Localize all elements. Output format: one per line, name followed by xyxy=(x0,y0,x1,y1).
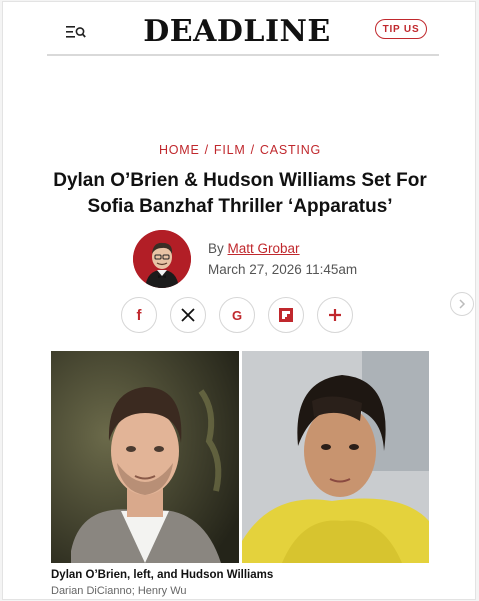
breadcrumb-film[interactable]: FILM xyxy=(214,143,246,157)
author-avatar[interactable] xyxy=(133,230,191,288)
flipboard-share-button[interactable] xyxy=(268,297,304,333)
facebook-icon: f xyxy=(136,306,142,324)
photo-dylan-obrien xyxy=(51,351,239,563)
breadcrumb: HOME / FILM / CASTING xyxy=(3,143,475,157)
breadcrumb-separator: / xyxy=(204,143,209,157)
breadcrumb-separator: / xyxy=(250,143,255,157)
share-buttons: f G xyxy=(121,297,361,337)
author-link[interactable]: Matt Grobar xyxy=(228,241,300,256)
article-headline: Dylan O’Brien & Hudson Williams Set For … xyxy=(53,170,427,217)
more-share-button[interactable] xyxy=(317,297,353,333)
google-share-button[interactable]: G xyxy=(219,297,255,333)
page-frame: DEADLINE TIP US HOME / FILM / CASTING Dylan … xyxy=(2,1,476,600)
breadcrumb-home[interactable]: HOME xyxy=(159,143,200,157)
tip-us-button[interactable]: TIP US xyxy=(375,19,427,39)
x-icon xyxy=(181,308,195,322)
byline-prefix: By xyxy=(208,241,224,256)
flipboard-icon xyxy=(279,308,293,322)
x-share-button[interactable] xyxy=(170,297,206,333)
facebook-share-button[interactable]: f xyxy=(121,297,157,333)
photo-hudson-williams xyxy=(242,351,429,563)
byline: By Matt Grobar xyxy=(208,241,300,256)
menu-search-icon[interactable] xyxy=(66,24,86,40)
site-header: DEADLINE TIP US xyxy=(47,10,439,56)
plus-icon xyxy=(329,309,341,321)
publish-date: March 27, 2026 11:45am xyxy=(208,262,358,277)
image-caption: Dylan O’Brien, left, and Hudson Williams xyxy=(51,569,274,581)
breadcrumb-casting[interactable]: CASTING xyxy=(260,143,321,157)
google-icon: G xyxy=(231,307,243,323)
site-logo[interactable]: DEADLINE xyxy=(137,12,337,52)
next-article-button[interactable] xyxy=(450,292,474,316)
image-credit: Darian DiCianno; Henry Wu xyxy=(51,585,187,597)
chevron-right-icon xyxy=(459,299,466,309)
